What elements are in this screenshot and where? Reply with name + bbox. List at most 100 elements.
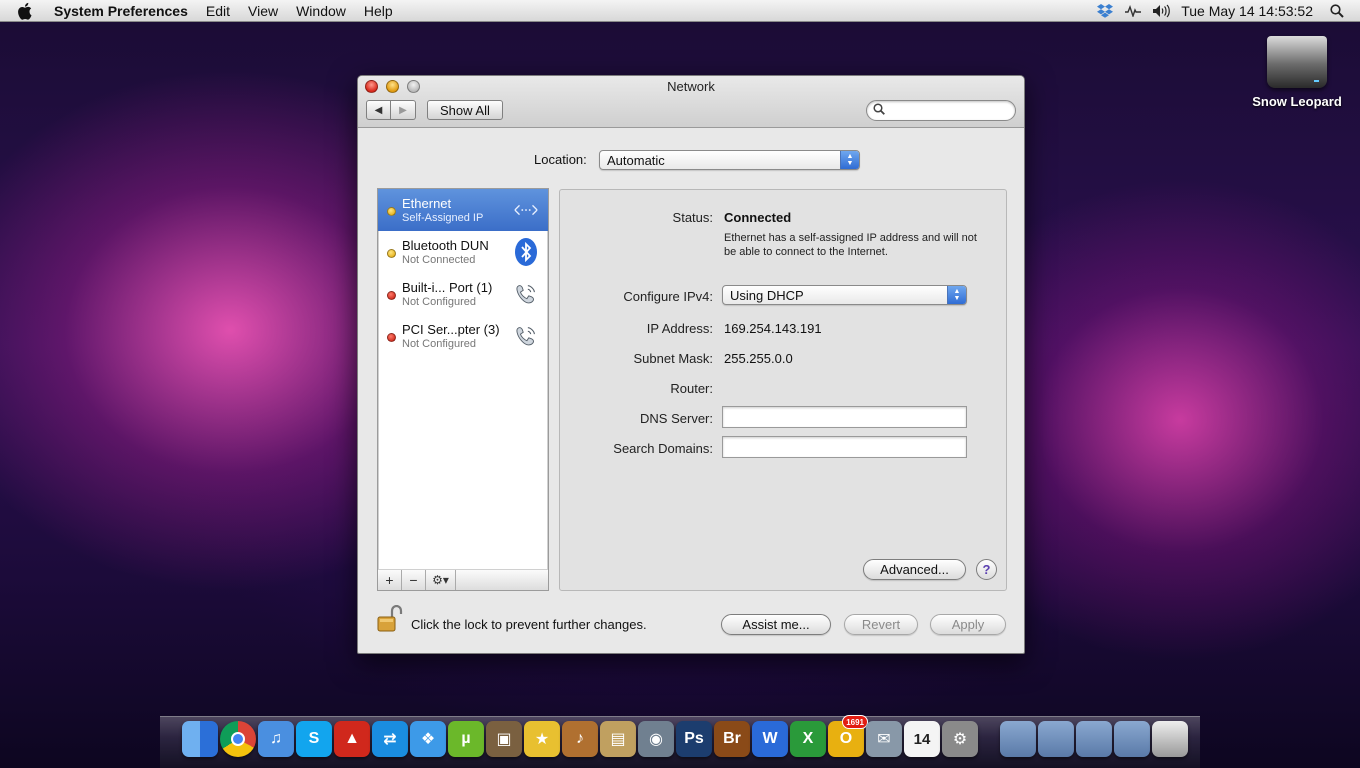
bridge-icon[interactable]: Br: [714, 721, 750, 757]
subnet-mask-value: 255.255.0.0: [724, 351, 793, 366]
service-detail-pane: Status: Connected Ethernet has a self-as…: [559, 189, 1007, 591]
dock-icon-glyph: ▤: [610, 731, 626, 748]
menu-help[interactable]: Help: [355, 3, 402, 19]
service-list[interactable]: Ethernet Self-Assigned IP Bluetooth DUN …: [377, 188, 549, 571]
service-ethernet[interactable]: Ethernet Self-Assigned IP: [378, 189, 548, 231]
photoshop-icon[interactable]: Ps: [676, 721, 712, 757]
location-popup[interactable]: Automatic ▲ ▼: [599, 150, 860, 170]
flame-app-icon[interactable]: ▲: [334, 721, 370, 757]
dock: ♫ S ▲ ⇄ ❖ µ ▣ ★ ♪ ▤ ◉ Ps Br W X O 1691 ✉ 14 ⚙: [160, 715, 1200, 768]
ethernet-icon: [513, 197, 539, 223]
popup-arrows-icon: ▲ ▼: [840, 151, 859, 169]
service-pci-serial-adapter[interactable]: PCI Ser...pter (3) Not Configured: [378, 315, 548, 357]
trash-icon[interactable]: [1152, 721, 1188, 757]
mail-icon[interactable]: ✉: [866, 721, 902, 757]
pictures-folder-icon[interactable]: [1038, 721, 1074, 757]
dock-icon-glyph: ★: [534, 731, 550, 748]
menu-bar: System Preferences Edit View Window Help…: [0, 0, 1360, 22]
status-dot-yellow: [387, 249, 396, 258]
back-button[interactable]: ◀: [366, 100, 391, 120]
gear-menu-button[interactable]: ⚙▾: [426, 570, 456, 590]
dock-icon-glyph: O: [839, 730, 853, 747]
dock-icon-glyph: ▣: [496, 731, 512, 748]
teamviewer-icon[interactable]: ⇄: [372, 721, 408, 757]
lock-open-icon[interactable]: [377, 604, 403, 633]
help-icon[interactable]: ?: [976, 559, 997, 580]
window-title: Network: [667, 79, 715, 94]
menu-edit[interactable]: Edit: [197, 3, 239, 19]
search-input[interactable]: [889, 103, 1015, 118]
ip-address-label: IP Address:: [646, 321, 713, 336]
iphoto-icon[interactable]: ▣: [486, 721, 522, 757]
dock-icon-glyph: Br: [723, 730, 741, 747]
dock-separator: [980, 721, 998, 757]
dock-icon-glyph: X: [802, 730, 814, 747]
modem-phone-icon: [513, 281, 539, 307]
menu-window[interactable]: Window: [287, 3, 355, 19]
dock-icon-glyph: ⚙: [952, 731, 968, 748]
location-value: Automatic: [607, 152, 665, 168]
activity-icon[interactable]: [1124, 3, 1142, 19]
dock-icon-glyph: µ: [461, 730, 471, 747]
assist-me-button[interactable]: Assist me...: [721, 614, 831, 635]
downloads-folder-icon[interactable]: [1114, 721, 1150, 757]
search-domains-field[interactable]: [722, 436, 967, 458]
search-field[interactable]: [866, 100, 1016, 121]
advanced-button[interactable]: Advanced...: [863, 559, 966, 580]
dns-server-field[interactable]: [722, 406, 967, 428]
window-titlebar[interactable]: Network ◀ ▶ Show All: [358, 76, 1024, 128]
apple-menu-icon[interactable]: [18, 2, 38, 20]
router-label: Router:: [670, 381, 713, 396]
hard-drive-icon[interactable]: [1267, 36, 1327, 88]
forward-arrow-icon: ▶: [399, 104, 407, 116]
ical-icon[interactable]: 14: [904, 721, 940, 757]
status-dot-red: [387, 333, 396, 342]
show-all-button[interactable]: Show All: [427, 100, 503, 120]
menu-app-name[interactable]: System Preferences: [48, 3, 197, 19]
service-bluetooth-dun[interactable]: Bluetooth DUN Not Connected: [378, 231, 548, 273]
utorrent-icon[interactable]: µ: [448, 721, 484, 757]
desktop-drive[interactable]: Snow Leopard: [1250, 36, 1344, 109]
service-built-in-port[interactable]: Built-i... Port (1) Not Configured: [378, 273, 548, 315]
imovie-icon[interactable]: ★: [524, 721, 560, 757]
configure-ipv4-popup[interactable]: Using DHCP ▲ ▼: [722, 285, 967, 305]
menu-view[interactable]: View: [239, 3, 287, 19]
dock-icon-glyph: 14: [913, 730, 931, 748]
dropbox-icon[interactable]: [1096, 3, 1114, 19]
outlook-icon[interactable]: O 1691: [828, 715, 868, 757]
dock-icon-glyph: ▲: [344, 730, 360, 747]
remove-service-button[interactable]: −: [402, 570, 426, 590]
dock-icon-glyph: [231, 732, 245, 746]
chrome-icon[interactable]: [220, 721, 256, 757]
applications-folder-icon[interactable]: [1000, 721, 1036, 757]
dock-icon-glyph: W: [762, 730, 778, 747]
finder-icon[interactable]: [182, 721, 218, 757]
word-icon[interactable]: W: [752, 721, 788, 757]
revert-button[interactable]: Revert: [844, 614, 918, 635]
spotlight-search-icon[interactable]: [1328, 3, 1346, 19]
menubar-clock[interactable]: Tue May 14 14:53:52: [1175, 3, 1323, 19]
drive-label: Snow Leopard: [1252, 94, 1342, 109]
volume-icon[interactable]: [1152, 3, 1171, 19]
ip-address-value: 169.254.143.191: [724, 321, 822, 336]
add-service-button[interactable]: +: [378, 570, 402, 590]
lock-instruction-text: Click the lock to prevent further change…: [411, 617, 647, 632]
dock-icon-glyph: ✉: [877, 731, 891, 748]
excel-icon[interactable]: X: [790, 721, 826, 757]
dropbox-dock-icon[interactable]: ❖: [410, 721, 446, 757]
system-preferences-icon[interactable]: ⚙: [942, 721, 978, 757]
status-description: Ethernet has a self-assigned IP address …: [724, 232, 977, 258]
forward-button[interactable]: ▶: [391, 100, 416, 120]
notification-badge: 1691: [842, 715, 868, 729]
skype-icon[interactable]: S: [296, 721, 332, 757]
modem-phone-icon: [513, 323, 539, 349]
disk-utility-icon[interactable]: ◉: [638, 721, 674, 757]
itunes-icon[interactable]: ♫: [258, 721, 294, 757]
documents-folder-icon[interactable]: [1076, 721, 1112, 757]
dns-server-label: DNS Server:: [640, 411, 713, 426]
garageband-icon[interactable]: ♪: [562, 721, 598, 757]
status-dot-yellow: [387, 207, 396, 216]
dock-icon-glyph: ♪: [576, 730, 584, 747]
preview-icon[interactable]: ▤: [600, 721, 636, 757]
apply-button[interactable]: Apply: [930, 614, 1006, 635]
